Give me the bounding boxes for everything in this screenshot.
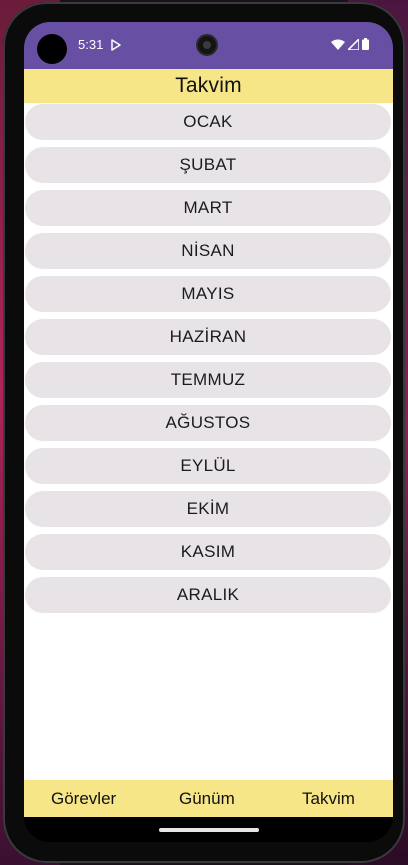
nav-item-gunum[interactable]: Günüm (179, 789, 235, 809)
notification-dot-icon (37, 34, 67, 64)
system-nav-bar (24, 817, 393, 842)
month-button-eylul[interactable]: EYLÜL (25, 448, 391, 484)
month-button-subat[interactable]: ŞUBAT (25, 147, 391, 183)
month-button-aralik[interactable]: ARALIK (25, 577, 391, 613)
phone-frame: 5:31 Takvim OCAK ŞUBAT MART NİSAN MAYIS … (3, 2, 405, 863)
play-protect-icon (111, 39, 121, 51)
month-button-ekim[interactable]: EKİM (25, 491, 391, 527)
front-camera-icon (196, 34, 218, 56)
screen: 5:31 Takvim OCAK ŞUBAT MART NİSAN MAYIS … (24, 22, 393, 842)
home-handle[interactable] (159, 828, 259, 832)
wifi-icon (331, 39, 345, 50)
app-bar: Takvim (24, 69, 393, 103)
status-icons (331, 38, 369, 50)
status-bar: 5:31 (24, 22, 393, 69)
page-title: Takvim (175, 74, 242, 97)
status-time: 5:31 (78, 37, 104, 52)
month-button-kasim[interactable]: KASIM (25, 534, 391, 570)
month-button-agustos[interactable]: AĞUSTOS (25, 405, 391, 441)
nav-item-gorevler[interactable]: Görevler (51, 789, 116, 809)
month-button-nisan[interactable]: NİSAN (25, 233, 391, 269)
battery-icon (362, 38, 369, 50)
nav-item-takvim[interactable]: Takvim (302, 789, 355, 809)
signal-icon (348, 38, 359, 50)
month-button-haziran[interactable]: HAZİRAN (25, 319, 391, 355)
month-button-mayis[interactable]: MAYIS (25, 276, 391, 312)
month-list: OCAK ŞUBAT MART NİSAN MAYIS HAZİRAN TEMM… (25, 104, 391, 620)
bottom-nav: Görevler Günüm Takvim (24, 780, 393, 817)
month-button-temmuz[interactable]: TEMMUZ (25, 362, 391, 398)
month-button-ocak[interactable]: OCAK (25, 104, 391, 140)
month-button-mart[interactable]: MART (25, 190, 391, 226)
